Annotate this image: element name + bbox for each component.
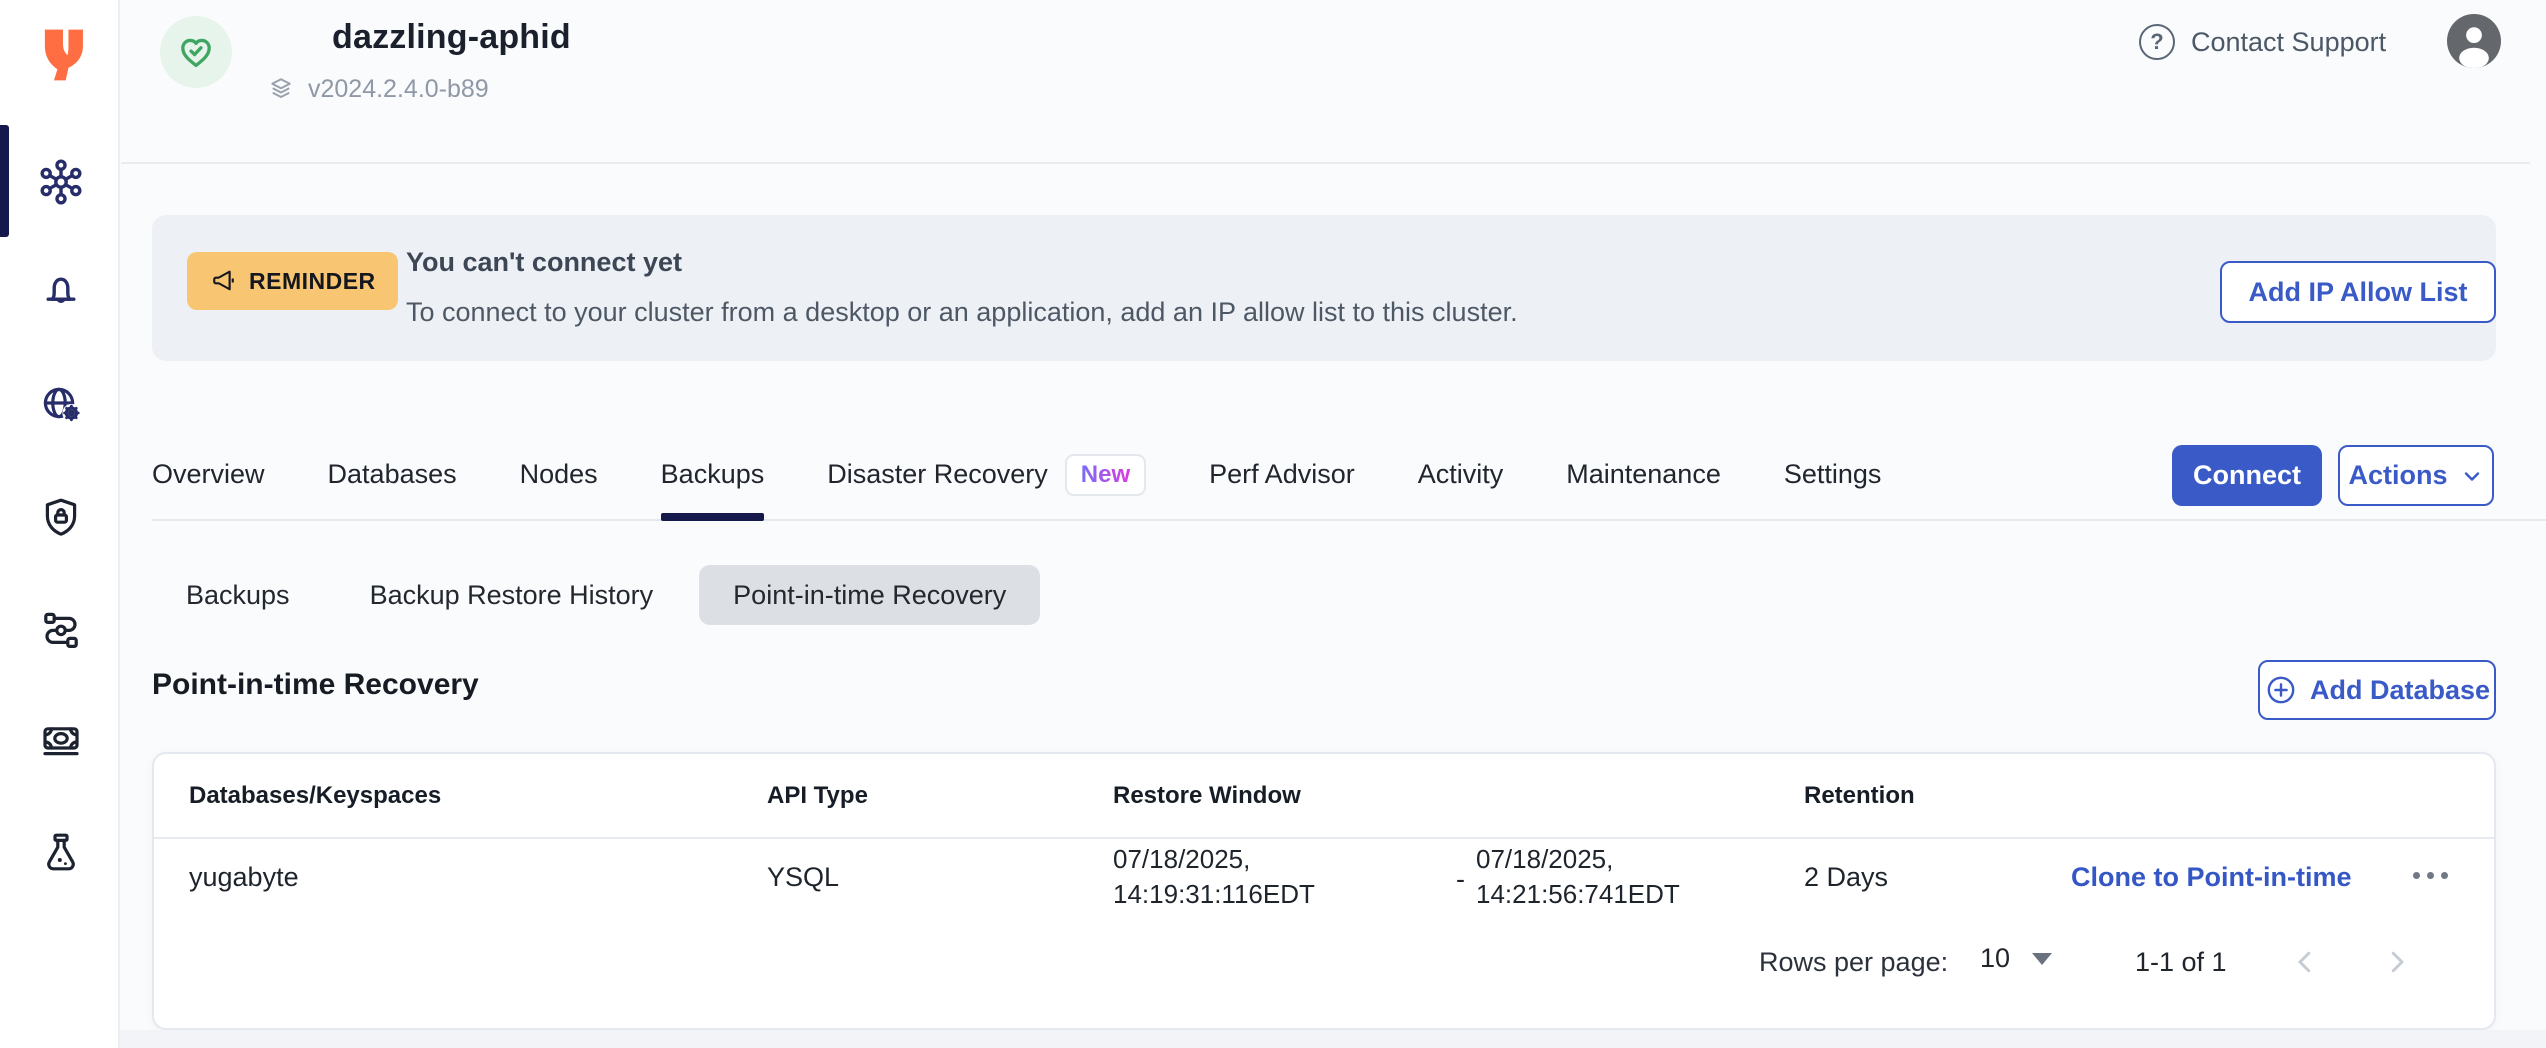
backups-subtabs: Backups Backup Restore History Point-in-… bbox=[152, 565, 1040, 625]
security-shield-lock-icon bbox=[37, 493, 85, 541]
sidebar-item-labs[interactable] bbox=[36, 827, 86, 877]
banner-title: You can't connect yet bbox=[406, 247, 682, 278]
contact-support-label: Contact Support bbox=[2191, 27, 2386, 58]
cell-restore-to: 07/18/2025, 14:21:56:741EDT bbox=[1476, 842, 1680, 912]
reminder-badge-label: REMINDER bbox=[249, 268, 376, 295]
sidebar-item-cluster[interactable] bbox=[36, 157, 86, 207]
sidebar-item-alerts[interactable] bbox=[36, 265, 86, 315]
pagination-range: 1-1 of 1 bbox=[2135, 947, 2227, 978]
tab-overview[interactable]: Overview bbox=[152, 430, 265, 519]
alerts-bell-icon bbox=[37, 266, 85, 314]
heart-check-icon bbox=[174, 30, 218, 74]
actions-button[interactable]: Actions bbox=[2338, 445, 2494, 506]
cluster-version: v2024.2.4.0-b89 bbox=[266, 74, 489, 104]
plus-circle-icon bbox=[2264, 673, 2298, 707]
active-nav-indicator bbox=[0, 125, 9, 237]
billing-icon bbox=[37, 716, 85, 764]
sidebar-item-security[interactable] bbox=[36, 492, 86, 542]
pitr-table-card: Databases/Keyspaces API Type Restore Win… bbox=[152, 752, 2496, 1030]
megaphone-icon bbox=[209, 266, 239, 296]
rows-per-page-value: 10 bbox=[1980, 943, 2010, 974]
tab-nodes[interactable]: Nodes bbox=[520, 430, 598, 519]
tab-activity[interactable]: Activity bbox=[1418, 430, 1504, 519]
cluster-hub-icon bbox=[37, 158, 85, 206]
chevron-right-icon bbox=[2382, 947, 2412, 977]
rows-per-page-label: Rows per page: bbox=[1759, 947, 1948, 978]
reminder-banner: REMINDER You can't connect yet To connec… bbox=[152, 215, 2496, 361]
tab-backups[interactable]: Backups bbox=[661, 430, 765, 519]
tab-databases[interactable]: Databases bbox=[328, 430, 457, 519]
cluster-health-badge bbox=[160, 16, 232, 88]
cell-retention: 2 Days bbox=[1804, 862, 1888, 893]
column-header-databases: Databases/Keyspaces bbox=[189, 782, 441, 810]
sidebar-item-billing[interactable] bbox=[36, 715, 86, 765]
chevron-down-icon bbox=[2460, 464, 2484, 488]
rows-per-page-select[interactable]: 10 bbox=[1980, 943, 2052, 974]
subtab-point-in-time-recovery[interactable]: Point-in-time Recovery bbox=[699, 565, 1040, 625]
cell-api-type: YSQL bbox=[767, 862, 839, 893]
contact-support-link[interactable]: ? Contact Support bbox=[2139, 24, 2386, 60]
row-overflow-menu[interactable] bbox=[2413, 872, 2448, 879]
labs-flask-icon bbox=[37, 828, 85, 876]
new-badge: New bbox=[1065, 454, 1146, 496]
integrations-flow-icon bbox=[37, 604, 85, 652]
cell-restore-from: 07/18/2025, 14:19:31:116EDT bbox=[1113, 842, 1315, 912]
user-avatar[interactable] bbox=[2447, 14, 2501, 68]
sidebar-item-network[interactable] bbox=[36, 380, 86, 430]
sidebar bbox=[0, 0, 120, 1048]
reminder-badge: REMINDER bbox=[187, 252, 398, 310]
subtab-backup-restore-history[interactable]: Backup Restore History bbox=[336, 565, 688, 625]
yugabyte-logo[interactable] bbox=[34, 26, 92, 82]
add-database-button[interactable]: Add Database bbox=[2258, 660, 2496, 720]
page-footer-strip bbox=[120, 1030, 2546, 1048]
cluster-name: dazzling-aphid bbox=[332, 18, 571, 57]
sidebar-item-integrations[interactable] bbox=[36, 603, 86, 653]
layers-icon bbox=[266, 74, 296, 104]
connect-button[interactable]: Connect bbox=[2172, 445, 2322, 506]
version-label: v2024.2.4.0-b89 bbox=[308, 75, 489, 104]
next-page-button[interactable] bbox=[2382, 947, 2412, 977]
tab-maintenance[interactable]: Maintenance bbox=[1566, 430, 1721, 519]
tab-perf-advisor[interactable]: Perf Advisor bbox=[1209, 430, 1355, 519]
network-globe-gear-icon bbox=[37, 381, 85, 429]
tab-settings[interactable]: Settings bbox=[1784, 430, 1882, 519]
column-header-restore-window: Restore Window bbox=[1113, 782, 1301, 810]
avatar-person-icon bbox=[2447, 14, 2501, 68]
restore-window-separator: - bbox=[1456, 864, 1465, 895]
column-header-retention: Retention bbox=[1804, 782, 1915, 810]
header-divider bbox=[121, 162, 2530, 164]
previous-page-button[interactable] bbox=[2290, 947, 2320, 977]
add-ip-allow-list-button[interactable]: Add IP Allow List bbox=[2220, 261, 2496, 323]
column-header-api-type: API Type bbox=[767, 782, 868, 810]
help-icon: ? bbox=[2139, 24, 2175, 60]
clone-to-point-in-time-link[interactable]: Clone to Point-in-time bbox=[2071, 862, 2351, 893]
cell-database: yugabyte bbox=[189, 862, 299, 893]
page-title: Point-in-time Recovery bbox=[152, 668, 479, 702]
caret-down-icon bbox=[2032, 953, 2052, 965]
subtab-backups[interactable]: Backups bbox=[152, 565, 324, 625]
chevron-left-icon bbox=[2290, 947, 2320, 977]
banner-message: To connect to your cluster from a deskto… bbox=[406, 297, 1518, 328]
tab-disaster-recovery[interactable]: Disaster Recovery New bbox=[827, 430, 1146, 519]
table-header-divider bbox=[154, 837, 2494, 839]
